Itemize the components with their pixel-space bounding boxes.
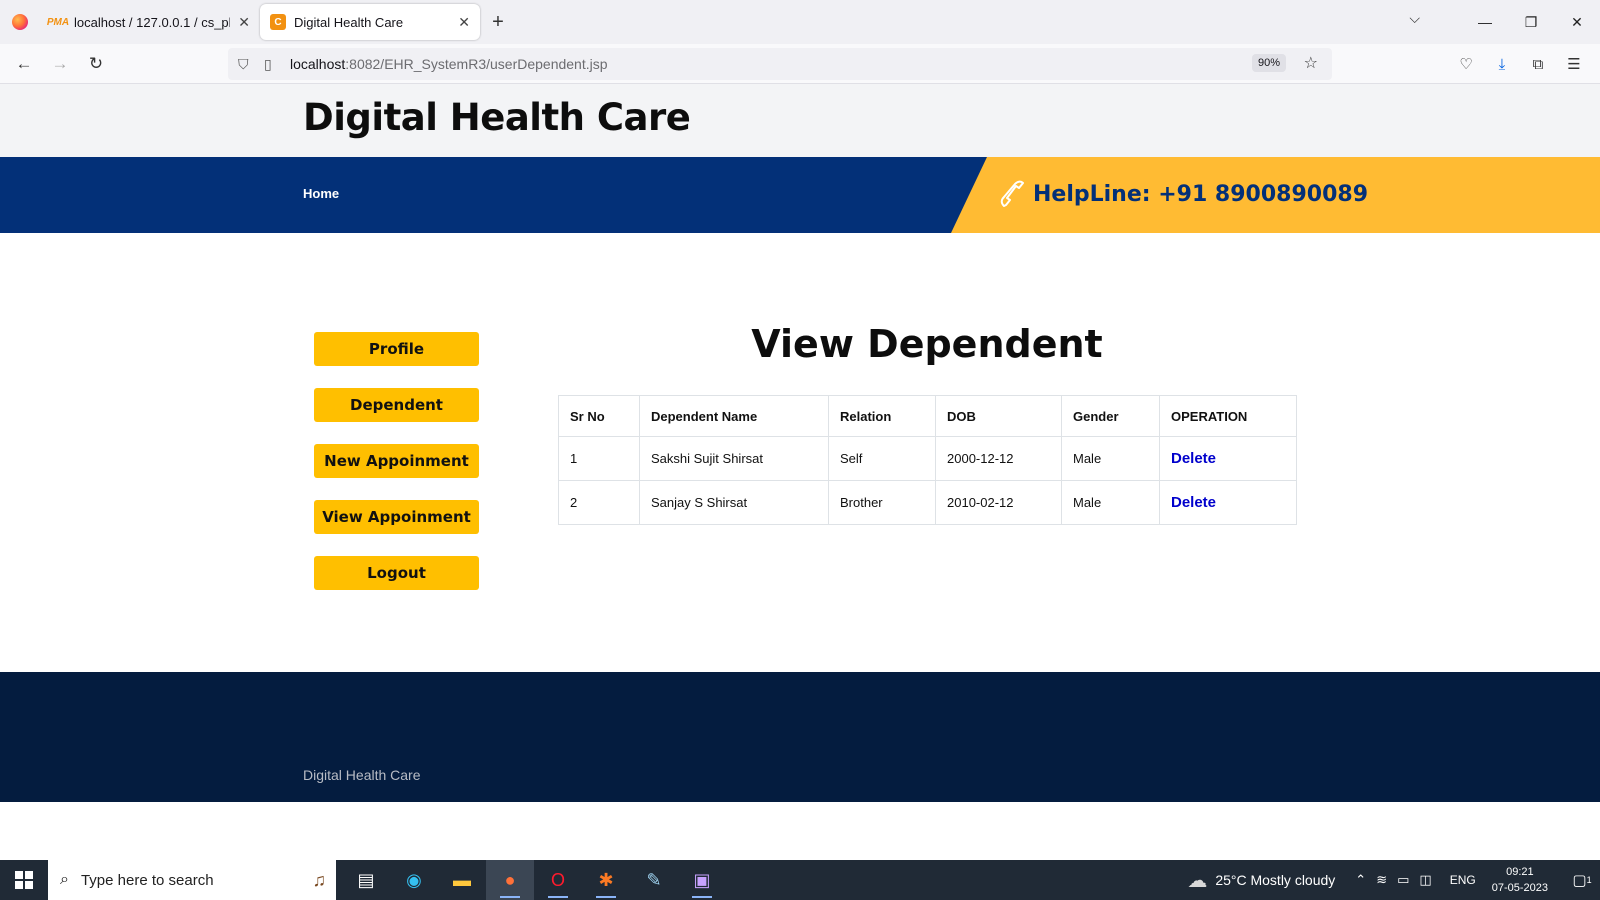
dependent-button[interactable]: Dependent bbox=[314, 388, 479, 422]
profile-button[interactable]: Profile bbox=[314, 332, 479, 366]
footer-text: Digital Health Care bbox=[303, 767, 421, 783]
helpline-banner: HelpLine: +91 8900890089 bbox=[951, 157, 1600, 233]
logout-button[interactable]: Logout bbox=[314, 556, 479, 590]
restore-window-icon[interactable]: ❐ bbox=[1508, 0, 1554, 44]
taskbar-search-box[interactable]: ⌕ Type here to search ♫ bbox=[48, 860, 336, 900]
clock-time: 09:21 bbox=[1506, 866, 1534, 878]
minimize-window-icon[interactable]: — bbox=[1462, 0, 1508, 44]
downloads-icon[interactable]: ⤓ bbox=[1484, 48, 1520, 80]
language-indicator[interactable]: ENG bbox=[1450, 873, 1476, 887]
reload-button[interactable]: ↻ bbox=[78, 48, 114, 80]
notepad-icon[interactable]: ✎ bbox=[630, 860, 678, 900]
phpmyadmin-favicon-icon: PMA bbox=[46, 16, 70, 28]
page-title: View Dependent bbox=[751, 322, 1103, 366]
table-row: 2 Sanjay S Shirsat Brother 2010-02-12 Ma… bbox=[558, 480, 1297, 525]
sr-no-cell: 2 bbox=[558, 480, 640, 525]
tab-title: localhost / 127.0.0.1 / cs_photo bbox=[74, 14, 230, 30]
dependents-table: Sr No Dependent Name Relation DOB Gender… bbox=[558, 395, 1297, 525]
operation-cell: Delete bbox=[1159, 436, 1297, 481]
column-header: Gender bbox=[1061, 395, 1160, 437]
dependent-name-cell: Sanjay S Shirsat bbox=[639, 480, 829, 525]
site-header: Digital Health Care bbox=[0, 84, 1600, 157]
app-icon[interactable]: ▣ bbox=[678, 860, 726, 900]
tab-title: Digital Health Care bbox=[294, 14, 404, 30]
chevron-up-icon[interactable]: ⌃ bbox=[1355, 872, 1366, 888]
clock[interactable]: 09:21 07-05-2023 bbox=[1492, 864, 1548, 896]
search-highlight-image-icon: ♫ bbox=[312, 869, 327, 890]
table-row: 1 Sakshi Sujit Shirsat Self 2000-12-12 M… bbox=[558, 436, 1297, 481]
browser-nav-bar: ← → ↻ ⛉ ▯ localhost:8082/EHR_SystemR3/us… bbox=[0, 44, 1600, 84]
app-menu-icon[interactable]: ☰ bbox=[1556, 48, 1592, 80]
system-tray: ☁ 25°C Mostly cloudy ⌃ ≋ ▭ ◫ ENG 09:21 0… bbox=[1187, 860, 1600, 900]
weather-widget[interactable]: ☁ 25°C Mostly cloudy bbox=[1187, 868, 1335, 893]
file-explorer-icon[interactable]: ▬ bbox=[438, 860, 486, 900]
close-tab-icon[interactable]: ✕ bbox=[238, 14, 250, 31]
site-footer: Digital Health Care bbox=[0, 672, 1600, 802]
page-info-icon[interactable]: ▯ bbox=[264, 56, 290, 73]
search-placeholder: Type here to search bbox=[80, 871, 214, 889]
search-icon: ⌕ bbox=[60, 871, 69, 888]
cloud-icon: ☁ bbox=[1187, 869, 1208, 892]
phone-icon bbox=[1000, 180, 1024, 207]
clock-date: 07-05-2023 bbox=[1491, 882, 1548, 894]
close-tab-icon[interactable]: ✕ bbox=[458, 14, 470, 31]
dependent-name-cell: Sakshi Sujit Shirsat bbox=[639, 436, 829, 481]
relation-cell: Brother bbox=[828, 480, 936, 525]
url-host: localhost bbox=[290, 56, 346, 72]
wifi-icon[interactable]: ≋ bbox=[1376, 872, 1387, 888]
view-appointment-button[interactable]: View Appoinment bbox=[314, 500, 479, 534]
bookmark-star-icon[interactable]: ☆ bbox=[1304, 53, 1318, 73]
operation-cell: Delete bbox=[1159, 480, 1297, 525]
tracking-protection-shield-icon[interactable]: ⛉ bbox=[238, 56, 264, 73]
relation-cell: Self bbox=[828, 436, 936, 481]
column-header: Dependent Name bbox=[639, 395, 829, 437]
dob-cell: 2010-02-12 bbox=[935, 480, 1062, 525]
extensions-icon[interactable]: ⧉ bbox=[1520, 48, 1556, 80]
start-button[interactable] bbox=[0, 860, 48, 900]
windows-taskbar: ⌕ Type here to search ♫ ▤ ◉ ▬ ● O ✱ ✎ ▣ … bbox=[0, 860, 1600, 900]
list-all-tabs-icon[interactable]: ⌵ bbox=[1409, 10, 1420, 27]
zoom-level-badge[interactable]: 90% bbox=[1251, 54, 1286, 72]
sr-no-cell: 1 bbox=[558, 436, 640, 481]
gender-cell: Male bbox=[1061, 480, 1160, 525]
windows-logo-icon bbox=[15, 871, 33, 889]
xampp-icon[interactable]: ✱ bbox=[582, 860, 630, 900]
browser-tab-strip: PMA localhost / 127.0.0.1 / cs_photo ✕ C… bbox=[0, 0, 1600, 44]
site-favicon-icon: C bbox=[270, 14, 286, 30]
forward-button[interactable]: → bbox=[42, 48, 78, 80]
weather-text: 25°C Mostly cloudy bbox=[1215, 872, 1336, 888]
delete-link[interactable]: Delete bbox=[1171, 450, 1216, 467]
dob-cell: 2000-12-12 bbox=[935, 436, 1062, 481]
opera-icon[interactable]: O bbox=[534, 860, 582, 900]
new-appointment-button[interactable]: New Appoinment bbox=[314, 444, 479, 478]
notification-count: 1 bbox=[1586, 875, 1592, 885]
user-sidebar: Profile Dependent New Appoinment View Ap… bbox=[314, 332, 479, 612]
task-view-icon[interactable]: ▤ bbox=[342, 860, 390, 900]
new-tab-button[interactable]: + bbox=[480, 4, 516, 40]
pocket-icon[interactable]: ♡ bbox=[1448, 48, 1484, 80]
column-header: Relation bbox=[828, 395, 936, 437]
tab-phpmyadmin[interactable]: PMA localhost / 127.0.0.1 / cs_photo ✕ bbox=[40, 4, 260, 40]
gender-cell: Male bbox=[1061, 436, 1160, 481]
column-header: OPERATION bbox=[1159, 395, 1297, 437]
site-title[interactable]: Digital Health Care bbox=[303, 96, 691, 139]
meet-now-icon[interactable]: ◫ bbox=[1419, 872, 1431, 888]
close-window-icon[interactable]: ✕ bbox=[1554, 0, 1600, 44]
column-header: DOB bbox=[935, 395, 1062, 437]
battery-icon[interactable]: ▭ bbox=[1397, 872, 1409, 888]
back-button[interactable]: ← bbox=[6, 48, 42, 80]
firefox-menu-icon[interactable] bbox=[0, 0, 40, 44]
table-header-row: Sr No Dependent Name Relation DOB Gender… bbox=[558, 395, 1297, 437]
delete-link[interactable]: Delete bbox=[1171, 494, 1216, 511]
firefox-taskbar-icon[interactable]: ● bbox=[486, 860, 534, 900]
address-bar[interactable]: ⛉ ▯ localhost:8082/EHR_SystemR3/userDepe… bbox=[228, 48, 1332, 80]
notification-center-icon[interactable]: ▢ 1 bbox=[1564, 871, 1600, 889]
tab-digital-health-care[interactable]: C Digital Health Care ✕ bbox=[260, 4, 480, 40]
nav-home-link[interactable]: Home bbox=[303, 186, 339, 201]
url-path: :8082/EHR_SystemR3/userDependent.jsp bbox=[345, 56, 608, 72]
column-header: Sr No bbox=[558, 395, 640, 437]
edge-browser-icon[interactable]: ◉ bbox=[390, 860, 438, 900]
helpline-text: HelpLine: +91 8900890089 bbox=[1033, 181, 1369, 207]
main-nav-bar: Home HelpLine: +91 8900890089 bbox=[0, 157, 1600, 233]
